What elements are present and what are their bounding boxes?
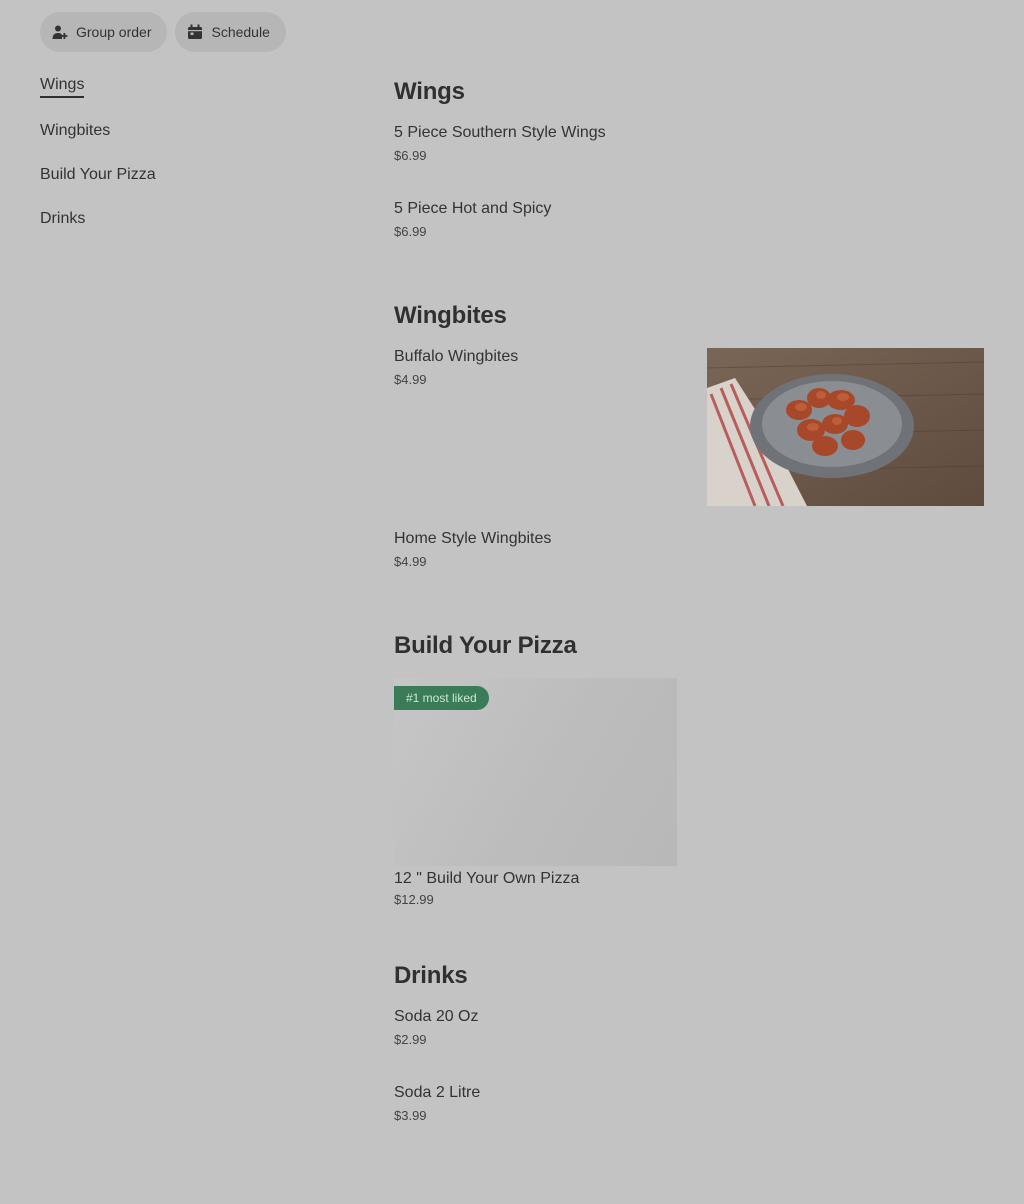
item-price: $6.99 [394,224,427,239]
add-person-icon [52,24,68,40]
top-actions: Group order Schedule [40,12,286,52]
menu-item[interactable]: 5 Piece Southern Style Wings $6.99 [394,123,984,164]
section-title-wingbites: Wingbites [394,302,507,329]
schedule-button[interactable]: Schedule [175,12,286,52]
item-name: Soda 20 Oz [394,1008,479,1025]
group-order-label: Group order [76,24,152,40]
item-name: 5 Piece Southern Style Wings [394,124,606,141]
section-title-wings: Wings [394,78,465,105]
sidebar-item-label: Wingbites [40,122,111,139]
sidebar-item-label: Wings [40,74,85,98]
section-title-build-your-pizza: Build Your Pizza [394,632,577,659]
item-price: $12.99 [394,892,434,907]
sidebar-item-label: Build Your Pizza [40,166,156,183]
item-price: $2.99 [394,1032,427,1047]
menu-item[interactable]: 12 " Build Your Own Pizza $12.99 [394,869,984,908]
item-name: 12 " Build Your Own Pizza [394,870,580,887]
item-price: $3.99 [394,1108,427,1123]
sidebar-item-wingbites[interactable]: Wingbites [40,120,340,164]
buffalo-wingbites-image[interactable] [707,348,984,506]
sidebar-item-build-your-pizza[interactable]: Build Your Pizza [40,164,340,208]
sidebar-item-label: Drinks [40,210,86,227]
item-name: Soda 2 Litre [394,1084,481,1101]
section-title-drinks: Drinks [394,962,468,989]
calendar-icon [187,24,203,40]
pizza-image-placeholder[interactable]: #1 most liked [394,678,677,866]
group-order-button[interactable]: Group order [40,12,168,52]
item-name: Home Style Wingbites [394,530,552,547]
category-nav: Wings Wingbites Build Your Pizza Drinks [40,74,340,252]
item-name: 5 Piece Hot and Spicy [394,200,552,217]
item-price: $4.99 [394,554,427,569]
menu-item[interactable]: Soda 2 Litre $3.99 [394,1083,984,1124]
menu-item[interactable]: Soda 20 Oz $2.99 [394,1007,984,1048]
item-price: $6.99 [394,148,427,163]
menu-item[interactable]: Home Style Wingbites $4.99 [394,529,984,570]
sidebar-item-wings[interactable]: Wings [40,74,340,120]
menu-item[interactable]: 5 Piece Hot and Spicy $6.99 [394,199,984,240]
sidebar-item-drinks[interactable]: Drinks [40,208,340,252]
most-liked-badge: #1 most liked [394,686,489,710]
schedule-label: Schedule [211,24,270,40]
